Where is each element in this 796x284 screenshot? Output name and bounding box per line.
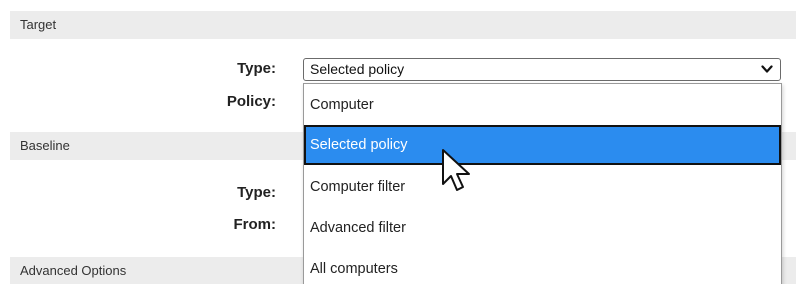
page: Target Type: Policy: Selected policy Bas…: [0, 0, 796, 284]
dropdown-option-advanced-filter[interactable]: Advanced filter: [304, 208, 781, 248]
mouse-cursor-icon: [442, 149, 470, 191]
section-header-target: Target: [10, 11, 796, 39]
dropdown-option-label: Computer filter: [310, 179, 406, 195]
target-type-select-value: Selected policy: [310, 61, 405, 77]
dropdown-option-label: Computer: [310, 97, 374, 113]
type-dropdown-list[interactable]: Computer Selected policy Computer filter…: [303, 83, 782, 284]
dropdown-option-selected-policy[interactable]: Selected policy: [304, 125, 781, 165]
dropdown-option-computer-filter[interactable]: Computer filter: [304, 167, 781, 207]
baseline-from-label: From:: [233, 216, 277, 233]
baseline-type-label: Type:: [237, 184, 276, 201]
target-type-label: Type:: [237, 60, 276, 77]
section-title-target: Target: [20, 17, 57, 32]
section-title-advanced-options: Advanced Options: [20, 263, 127, 278]
target-policy-label: Policy:: [226, 93, 276, 110]
section-title-baseline: Baseline: [20, 138, 70, 153]
dropdown-option-all-computers[interactable]: All computers: [304, 249, 781, 284]
dropdown-option-label: Selected policy: [310, 137, 408, 153]
target-type-select[interactable]: Selected policy: [303, 58, 781, 81]
dropdown-option-computer[interactable]: Computer: [304, 85, 781, 125]
chevron-down-icon: [761, 65, 773, 73]
dropdown-option-label: Advanced filter: [310, 220, 406, 236]
dropdown-option-label: All computers: [310, 261, 398, 277]
